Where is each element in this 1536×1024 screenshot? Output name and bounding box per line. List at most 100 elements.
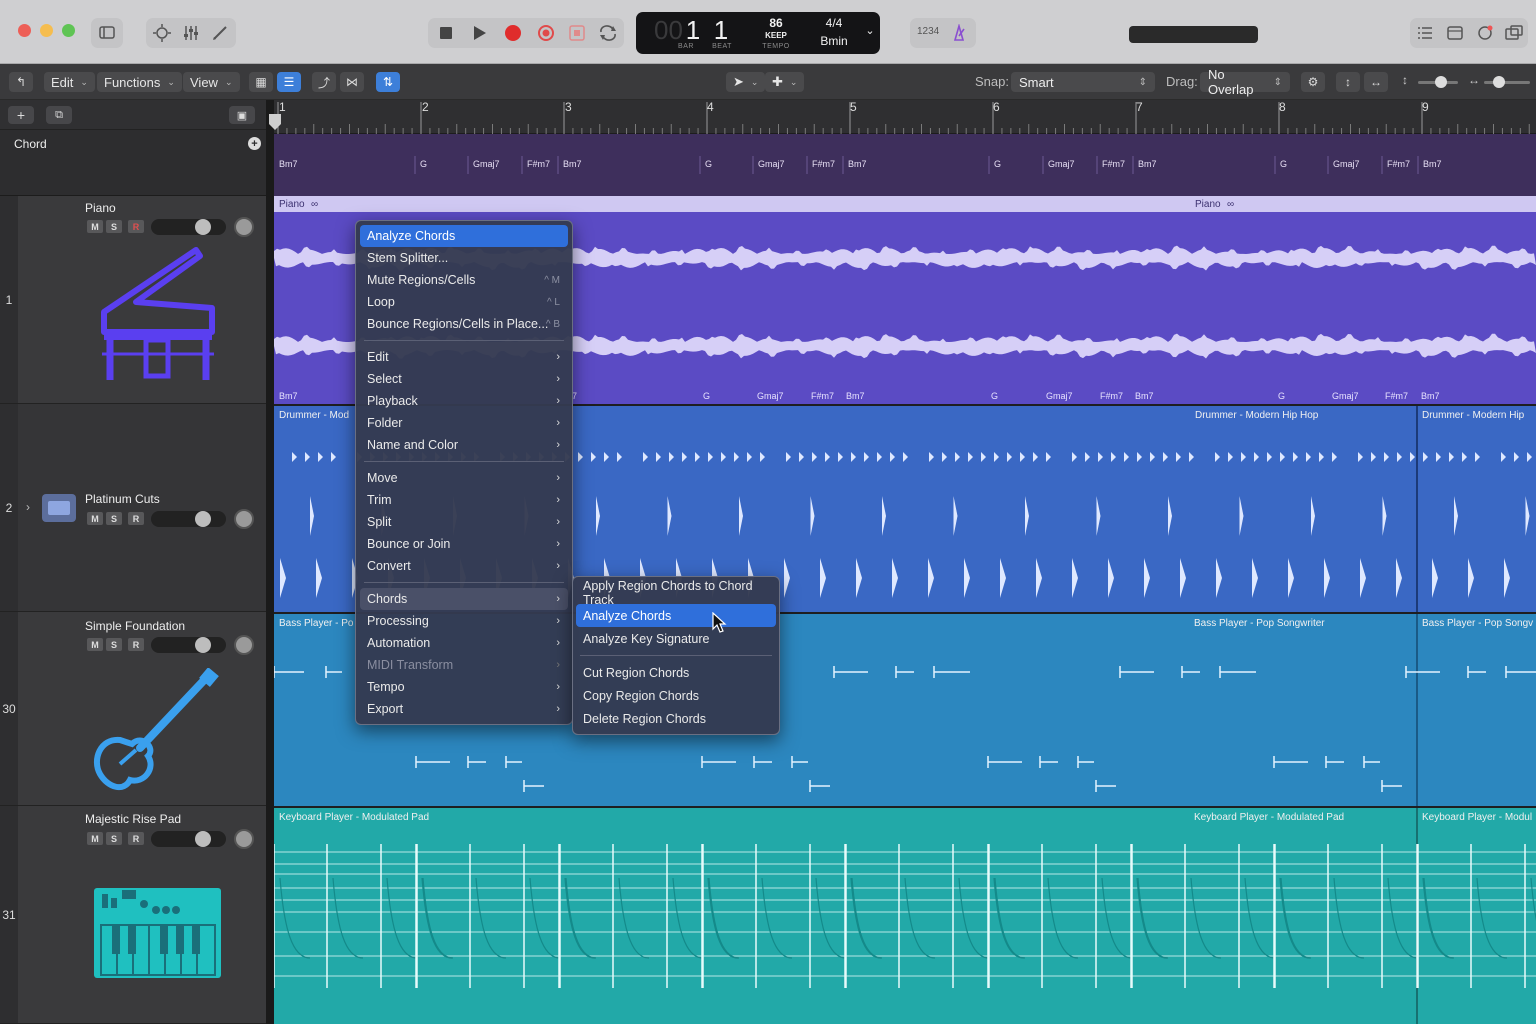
menu-item-automation[interactable]: Automation › xyxy=(360,632,568,654)
track-header-piano[interactable]: 1 Piano M S R xyxy=(0,196,266,404)
menu-item-split[interactable]: Split › xyxy=(360,511,568,533)
menu-item-delete-region-chords[interactable]: Delete Region Chords xyxy=(576,707,776,730)
menu-item-tempo[interactable]: Tempo › xyxy=(360,676,568,698)
close-window-button[interactable] xyxy=(18,24,31,37)
fit-horizontal-icon[interactable]: ↔ xyxy=(1364,72,1388,92)
menu-item-edit[interactable]: Edit › xyxy=(360,346,568,368)
volume-slider[interactable] xyxy=(151,219,226,235)
back-arrow-icon[interactable]: ↰ xyxy=(9,72,33,92)
pointer-tool-menu[interactable]: ➤ ⌄ xyxy=(726,72,766,92)
flex-icon[interactable]: ⋈ xyxy=(340,72,364,92)
menu-item-processing[interactable]: Processing › xyxy=(360,610,568,632)
stop-icon[interactable] xyxy=(438,25,454,41)
metronome-icon[interactable] xyxy=(950,24,968,42)
menu-item-name-and-color[interactable]: Name and Color › xyxy=(360,434,568,456)
snap-select[interactable]: Smart ⇕ xyxy=(1011,72,1155,92)
pan-knob[interactable] xyxy=(234,217,254,237)
menu-item-loop[interactable]: Loop ^ L xyxy=(360,291,568,313)
chord-track-lane[interactable]: Bm7 G Gmaj7 F#m7 Bm7 G Gmaj7 F#m7 Bm7 G … xyxy=(274,134,1536,196)
menu-item-bounce-or-join[interactable]: Bounce or Join › xyxy=(360,533,568,555)
chord-track-header[interactable]: Chord + xyxy=(0,130,266,196)
automation-icon[interactable]: ⤴ xyxy=(312,72,336,92)
menu-item-analyze-chords-sub[interactable]: Analyze Chords xyxy=(576,604,776,627)
menu-item-analyze-key-signature[interactable]: Analyze Key Signature xyxy=(576,627,776,650)
menu-item-trim[interactable]: Trim › xyxy=(360,489,568,511)
menu-item-convert[interactable]: Convert › xyxy=(360,555,568,577)
volume-slider[interactable] xyxy=(151,511,226,527)
menu-item-folder[interactable]: Folder › xyxy=(360,412,568,434)
volume-knob[interactable] xyxy=(195,511,211,527)
fit-vertical-icon[interactable]: ↕ xyxy=(1336,72,1360,92)
catch-playhead-icon[interactable]: ⇅ xyxy=(376,72,400,92)
menu-item-move[interactable]: Move › xyxy=(360,467,568,489)
track-header-simple-foundation[interactable]: 30 Simple Foundation M S R xyxy=(0,612,266,806)
pane-divider[interactable] xyxy=(266,100,274,1024)
play-icon[interactable] xyxy=(471,25,487,41)
horizontal-zoom-slider[interactable] xyxy=(1484,81,1530,84)
drag-select[interactable]: No Overlap ⇕ xyxy=(1200,67,1290,97)
count-in-button[interactable]: 1234 xyxy=(917,26,939,37)
pan-knob[interactable] xyxy=(234,635,254,655)
record-enable-button[interactable]: R xyxy=(128,512,144,525)
solo-button[interactable]: S xyxy=(106,832,122,845)
menu-item-chords[interactable]: Chords › xyxy=(360,588,568,610)
mute-button[interactable]: M xyxy=(87,220,103,233)
mixer-icon[interactable] xyxy=(181,23,201,43)
duplicate-track-button[interactable]: ⧉ xyxy=(46,106,72,124)
replace-record-icon[interactable] xyxy=(537,24,555,42)
secondary-tool-menu[interactable]: ✚ ⌄ xyxy=(765,72,805,92)
menu-item-analyze-chords[interactable]: Analyze Chords xyxy=(360,225,568,247)
record-icon[interactable] xyxy=(504,24,522,42)
volume-slider[interactable] xyxy=(151,831,226,847)
pan-knob[interactable] xyxy=(234,509,254,529)
add-chord-button[interactable]: + xyxy=(248,137,261,150)
capture-record-icon[interactable] xyxy=(568,24,586,42)
bar-ruler[interactable]: 1 2 3 4 5 6 7 8 9 xyxy=(269,100,1536,134)
menu-item-select[interactable]: Select › xyxy=(360,368,568,390)
browsers-icon[interactable] xyxy=(1504,24,1524,42)
menu-item-copy-region-chords[interactable]: Copy Region Chords xyxy=(576,684,776,707)
pan-knob[interactable] xyxy=(234,829,254,849)
solo-button[interactable]: S xyxy=(106,512,122,525)
track-header-platinum-cuts[interactable]: 2 › Platinum Cuts M S R xyxy=(0,404,266,612)
menu-item-playback[interactable]: Playback › xyxy=(360,390,568,412)
pad-lane[interactable]: Keyboard Player - Modulated Pad Keyboard… xyxy=(274,808,1536,1024)
smart-controls-icon[interactable] xyxy=(152,23,172,43)
library-button[interactable] xyxy=(91,18,123,48)
lcd-chevron-down-icon[interactable]: ⌄ xyxy=(862,24,878,37)
record-enable-button[interactable]: R xyxy=(128,220,144,233)
cycle-icon[interactable] xyxy=(598,24,618,42)
menu-item-bounce-in-place[interactable]: Bounce Regions/Cells in Place... ^ B xyxy=(360,313,568,335)
track-header-majestic-rise-pad[interactable]: 31 Majestic Rise Pad M S R xyxy=(0,806,266,1024)
menu-item-apply-region-chords[interactable]: Apply Region Chords to Chord Track xyxy=(576,579,776,607)
tracks-view-icon[interactable]: ☰ xyxy=(277,72,301,92)
editors-pencil-icon[interactable] xyxy=(210,23,230,43)
menu-item-cut-region-chords[interactable]: Cut Region Chords xyxy=(576,661,776,684)
zoom-window-button[interactable] xyxy=(62,24,75,37)
loop-browser-icon[interactable] xyxy=(1476,24,1494,42)
view-menu-button[interactable]: View ⌄ xyxy=(183,72,240,92)
vertical-zoom-knob[interactable] xyxy=(1435,76,1447,88)
record-enable-button[interactable]: R xyxy=(128,832,144,845)
solo-button[interactable]: S xyxy=(106,220,122,233)
horizontal-zoom-knob[interactable] xyxy=(1493,76,1505,88)
volume-knob[interactable] xyxy=(195,831,211,847)
menu-item-mute-regions[interactable]: Mute Regions/Cells ^ M xyxy=(360,269,568,291)
lcd-display[interactable]: 00 1 BAR 1 BEAT 86 KEEP TEMPO 4/4 Bmin ⌄ xyxy=(636,12,880,54)
add-track-button[interactable]: + xyxy=(8,106,34,124)
volume-knob[interactable] xyxy=(195,637,211,653)
edit-menu-button[interactable]: Edit ⌄ xyxy=(44,72,95,92)
functions-menu-button[interactable]: Functions ⌄ xyxy=(97,72,182,92)
disclosure-chevron-icon[interactable]: › xyxy=(26,500,30,514)
record-enable-button[interactable]: R xyxy=(128,638,144,651)
menu-item-export[interactable]: Export › xyxy=(360,698,568,720)
solo-button[interactable]: S xyxy=(106,638,122,651)
playhead-marker-icon[interactable] xyxy=(268,114,282,132)
volume-knob[interactable] xyxy=(195,219,211,235)
list-editors-icon[interactable] xyxy=(1416,24,1434,42)
waveform-zoom-icon[interactable]: ⚙ xyxy=(1301,72,1325,92)
mute-button[interactable]: M xyxy=(87,832,103,845)
notepad-icon[interactable] xyxy=(1446,24,1464,42)
minimize-window-button[interactable] xyxy=(40,24,53,37)
mute-button[interactable]: M xyxy=(87,638,103,651)
